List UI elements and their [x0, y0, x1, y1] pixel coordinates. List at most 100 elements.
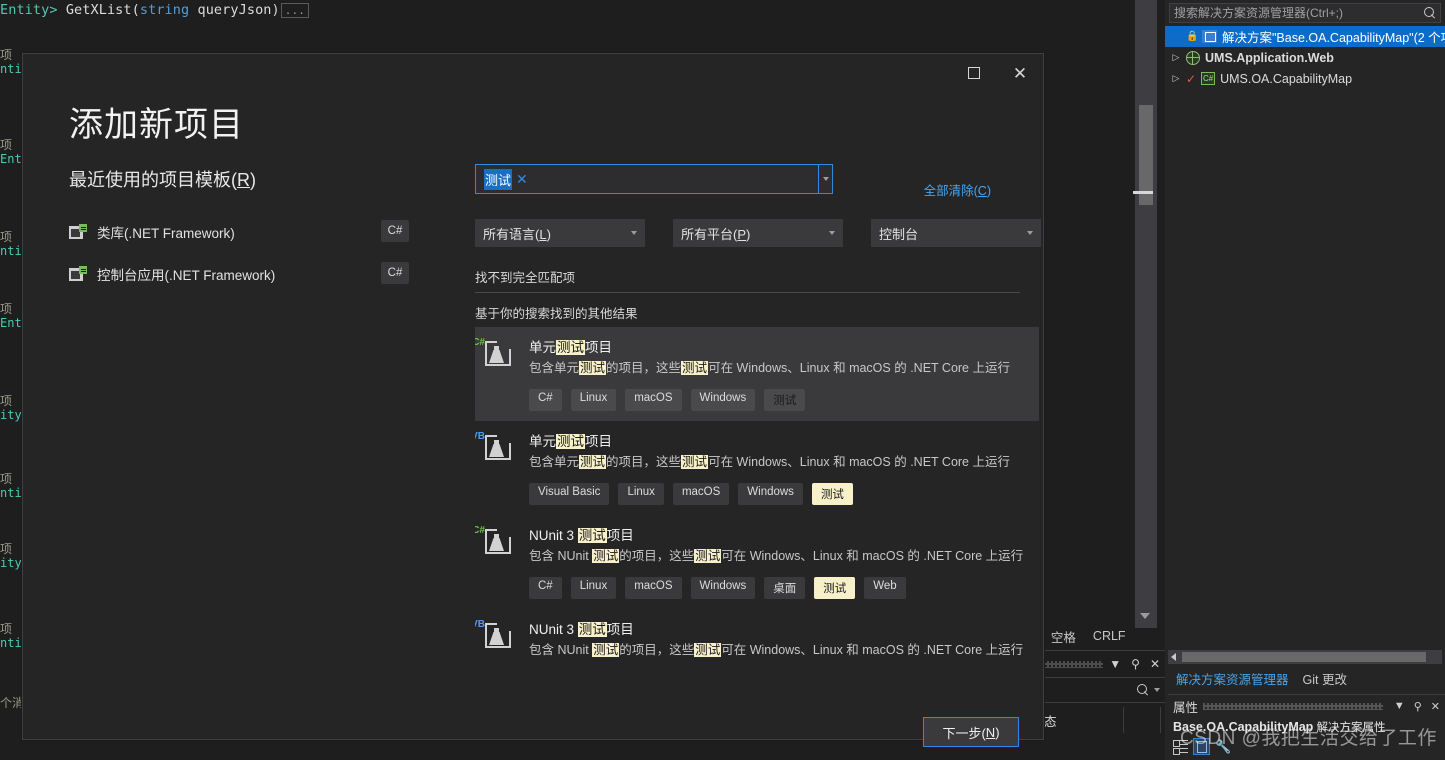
status-line-ending[interactable]: CRLF: [1093, 629, 1126, 643]
template-tag-0: C#: [529, 389, 562, 411]
template-search-box[interactable]: 测试 ✕: [475, 164, 819, 194]
pin-icon[interactable]: ⚲: [1414, 700, 1422, 713]
editor-scrollbar-thumb[interactable]: [1139, 105, 1153, 205]
template-result-1[interactable]: VB 单元测试项目包含单元测试的项目，这些测试可在 Windows、Linux 和…: [475, 421, 1039, 515]
template-icon: C#: [475, 336, 518, 411]
code-fragment-10: 项: [0, 472, 13, 486]
search-icon[interactable]: [1137, 684, 1149, 696]
search-highlight: 测试: [579, 361, 607, 375]
code-fragment-1: nti: [0, 62, 22, 76]
column-divider: [1123, 707, 1124, 733]
maximize-button[interactable]: [951, 54, 997, 92]
solution-explorer-horizontal-scrollbar[interactable]: [1168, 650, 1442, 664]
recent-template-item-1[interactable]: 控制台应用(.NET Framework) C#: [69, 253, 409, 295]
editor-vertical-scrollbar[interactable]: [1135, 0, 1157, 628]
clear-x-icon[interactable]: ✕: [512, 172, 532, 186]
column-divider-2: [1160, 707, 1161, 733]
recent-template-name: 控制台应用(.NET Framework): [97, 268, 276, 283]
sidebar-tab-1[interactable]: Git 更改: [1298, 668, 1352, 689]
expander-chevron-icon[interactable]: ▷: [1171, 74, 1181, 83]
template-title: NUnit 3 测试项目: [529, 528, 634, 543]
template-tag-1: Linux: [570, 577, 617, 599]
code-param-name-token: queryJson: [189, 2, 272, 18]
template-tag-0: Visual Basic: [529, 483, 610, 505]
source-control-checkin-icon: ✓: [1186, 71, 1197, 86]
close-button[interactable]: ✕: [997, 54, 1043, 92]
recent-template-name: 类库(.NET Framework): [97, 226, 235, 241]
search-icon[interactable]: [1424, 7, 1436, 19]
template-tag-3: Windows: [690, 577, 756, 599]
template-description: 包含 NUnit 测试的项目，这些测试可在 Windows、Linux 和 ma…: [529, 549, 1024, 563]
code-signature-line: Entity> GetXList(string queryJson)...: [0, 2, 309, 18]
tree-item-0[interactable]: ▷🔒解决方案"Base.OA.CapabilityMap"(2 个项目: [1165, 26, 1445, 47]
sidebar-tab-0[interactable]: 解决方案资源管理器: [1171, 667, 1294, 689]
template-tag-2: macOS: [625, 389, 682, 411]
filters-row[interactable]: 所有语言(L) 所有平台(P) 控制台: [475, 219, 1041, 247]
language-badge-icon: C#: [475, 337, 485, 348]
close-icon[interactable]: ✕: [1431, 700, 1440, 713]
filter-value: 所有语言(L): [483, 226, 551, 242]
code-fragment-4: 项: [0, 230, 13, 244]
status-spaces[interactable]: 空格: [1051, 627, 1076, 646]
chevron-down-icon: [1027, 231, 1033, 235]
search-input[interactable]: [1174, 6, 1424, 20]
search-highlight: 测试: [681, 455, 709, 469]
close-icon[interactable]: ✕: [1150, 658, 1160, 670]
search-history-dropdown[interactable]: [819, 164, 833, 194]
clear-all-link[interactable]: 全部清除(C): [924, 180, 991, 199]
search-input-value[interactable]: 测试: [484, 168, 513, 190]
code-fragment-9: ity: [0, 408, 22, 422]
template-tag-0: C#: [529, 577, 562, 599]
solution-explorer-search[interactable]: [1169, 3, 1441, 23]
search-highlight: 测试: [577, 528, 607, 543]
recent-template-item-0[interactable]: 类库(.NET Framework) C#: [69, 211, 409, 253]
template-tag-1: Linux: [618, 483, 664, 505]
chevron-down-icon[interactable]: ▼: [1394, 700, 1405, 712]
template-tag-1: Linux: [570, 389, 617, 411]
tree-item-2[interactable]: ▷ ✓ C# UMS.OA.CapabilityMap: [1165, 68, 1445, 89]
template-tag-4: 测试: [764, 389, 806, 411]
template-result-0[interactable]: C# 单元测试项目 包含单元测试的项目，这些测试可在 Windows、Linux 和…: [475, 327, 1039, 421]
language-badge-icon: VB: [475, 431, 485, 442]
platform-filter[interactable]: 所有平台(P): [673, 219, 843, 247]
code-fragment-6: 项: [0, 302, 13, 316]
lock-icon: 🔒: [1186, 30, 1199, 42]
template-tag-3: Windows: [690, 389, 756, 411]
search-highlight: 测试: [556, 340, 585, 355]
recent-templates-list[interactable]: 类库(.NET Framework) C# 控制台应用(.NET Framework…: [69, 211, 409, 295]
template-result-3[interactable]: VB NUnit 3 测试项目包含 NUnit 测试的项目，这些测试可在 Wind…: [475, 609, 1039, 670]
code-fragment-11: nti: [0, 486, 22, 500]
language-filter[interactable]: 所有语言(L): [475, 219, 645, 247]
search-highlight: 测试: [694, 549, 722, 563]
solution-tree[interactable]: ▷ 🔒 解决方案"Base.OA.CapabilityMap"(2 个项目 ▷ UMS.…: [1165, 26, 1445, 89]
properties-header: 属性 ▼ ⚲ ✕: [1168, 695, 1445, 717]
no-exact-match-label: 找不到完全匹配项: [475, 271, 576, 285]
recent-templates-header-text: 最近使用的项目模板(R): [69, 170, 256, 190]
tree-item-1[interactable]: ▷ UMS.Application.Web: [1165, 47, 1445, 68]
scroll-left-arrow-icon[interactable]: [1171, 653, 1176, 661]
horizontal-scrollbar-thumb[interactable]: [1182, 652, 1426, 662]
expander-chevron-icon[interactable]: ▷: [1171, 53, 1181, 62]
filter-value: 所有平台(P): [681, 226, 751, 242]
search-highlight: 测试: [592, 549, 620, 563]
code-collapse-toggle[interactable]: ...: [280, 2, 309, 18]
sidebar-tab-strip[interactable]: 解决方案资源管理器 Git 更改: [1165, 667, 1445, 689]
template-results-list[interactable]: C# 单元测试项目 包含单元测试的项目，这些测试可在 Windows、Linux 和…: [475, 327, 1039, 679]
template-tags: Visual Basic Linux macOS Windows 测试: [529, 483, 1029, 505]
template-description: 包含单元测试的项目，这些测试可在 Windows、Linux 和 macOS 的…: [529, 361, 1010, 375]
editor-scroll-down-arrow[interactable]: [1140, 613, 1150, 619]
chevron-down-icon: [822, 177, 829, 181]
next-button[interactable]: 下一步(N): [923, 717, 1019, 747]
template-tags: C# Linux macOS Windows 桌面 测试 Web: [529, 577, 1029, 599]
recent-templates-header: 最近使用的项目模板(R): [69, 166, 256, 192]
project-type-filter[interactable]: 控制台: [871, 219, 1041, 247]
pin-icon[interactable]: ⚲: [1131, 658, 1140, 670]
drag-grip-icon[interactable]: [1203, 703, 1383, 710]
template-result-2[interactable]: C# NUnit 3 测试项目包含 NUnit 测试的项目，这些测试可在 Wind…: [475, 515, 1039, 609]
recent-template-language-badge: C#: [381, 220, 409, 242]
search-options-chevron-icon[interactable]: [1154, 688, 1160, 692]
code-fragment-12: 项: [0, 542, 13, 556]
dialog-titlebar: ✕: [951, 54, 1043, 92]
code-fragment-2: 项: [0, 138, 13, 152]
chevron-down-icon[interactable]: ▼: [1109, 658, 1121, 670]
